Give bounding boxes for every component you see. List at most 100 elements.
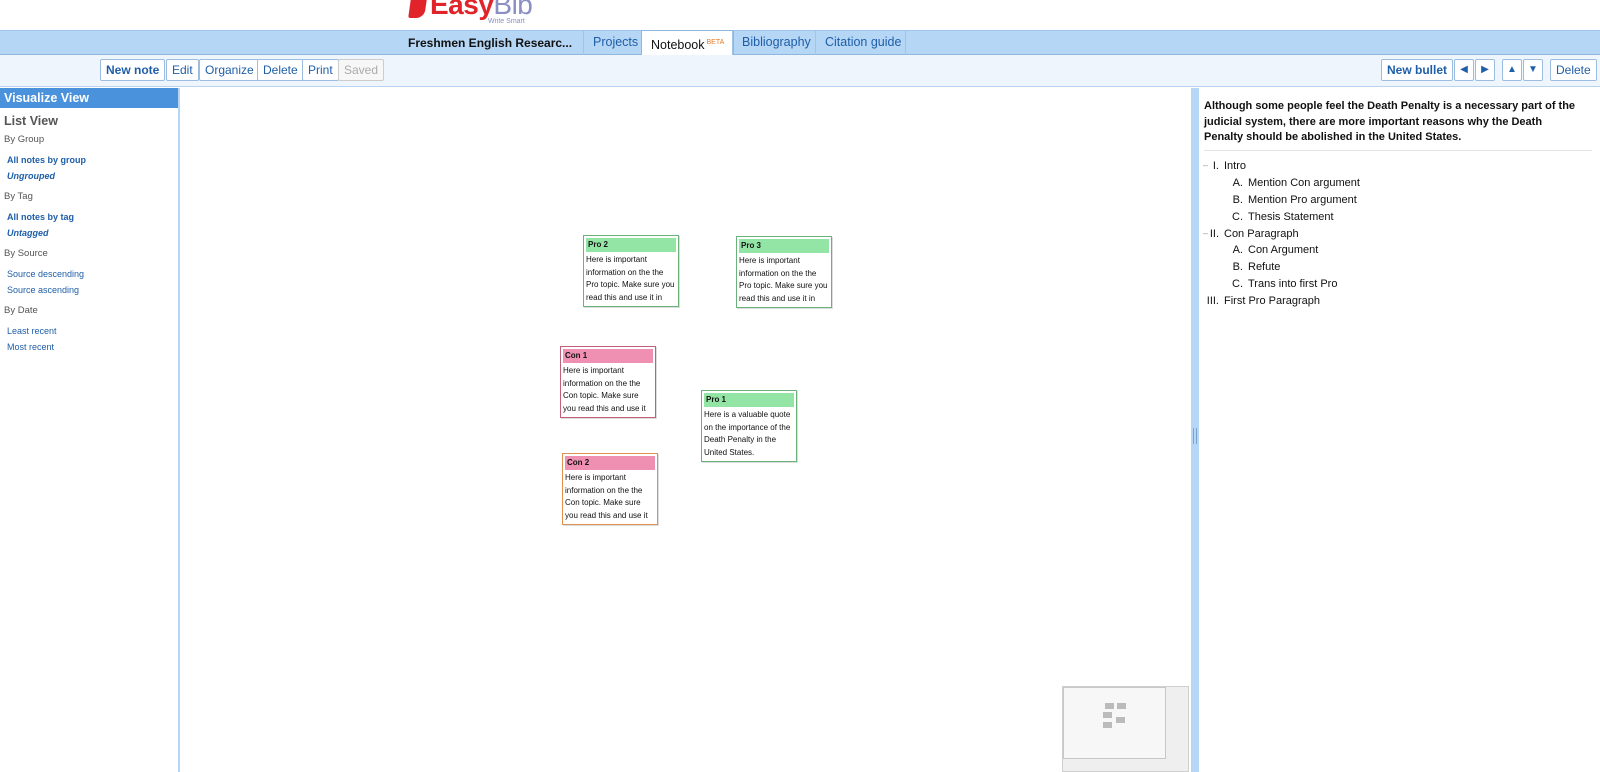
outline-panel: Although some people feel the Death Pena… [1199,88,1600,772]
list-view-heading[interactable]: List View [0,114,178,128]
toolbar: New note Edit Organize Delete Print Save… [0,55,1600,87]
note-title: Pro 1 [704,393,794,407]
logo-bookmark-icon [408,0,428,22]
logo-text-accent: Bib [493,0,533,20]
note-title: Con 2 [565,456,655,470]
outline-marker: B. [1232,261,1243,273]
source-ascending-link[interactable]: Source ascending [0,285,178,295]
indent-right-icon[interactable]: ▶ [1475,59,1495,81]
note-title: Pro 2 [586,238,676,252]
note-body: Here is important information on the the… [563,366,646,413]
outline-text: Intro [1224,160,1247,172]
note-card-pro-3[interactable]: Pro 3 Here is important information on t… [736,236,832,308]
outline-item[interactable]: C. Thesis Statement [1225,211,1334,223]
outline-marker: A. [1232,244,1243,256]
by-tag-label: By Tag [4,191,33,202]
edit-button[interactable]: Edit [166,59,199,81]
tab-label: Bibliography [742,35,811,49]
outline-item[interactable]: II. Con Paragraph [1201,228,1299,240]
outline-marker: C. [1232,278,1243,290]
outline-item[interactable]: I. Intro [1201,160,1246,172]
delete-bullet-button[interactable]: Delete [1550,59,1597,81]
by-date-label: By Date [4,305,38,316]
by-source-label: By Source [4,248,48,259]
note-card-pro-2[interactable]: Pro 2 Here is important information on t… [583,235,679,307]
visualize-canvas[interactable]: Pro 2 Here is important information on t… [180,88,1191,772]
tab-divider [905,30,906,55]
print-button[interactable]: Print [302,59,339,81]
outline-marker: I. [1212,160,1219,172]
logo-text-main: Easy [430,0,494,20]
new-note-button[interactable]: New note [100,59,166,81]
minimap-note [1116,717,1125,723]
thesis-statement[interactable]: Although some people feel the Death Pena… [1204,99,1584,146]
minimap-note [1105,703,1114,709]
tab-bar: Freshmen English Researc... Projects Not… [0,30,1600,56]
note-body: Here is important information on the the… [565,473,648,520]
minimap-note [1103,722,1112,728]
note-body: Here is a valuable quote on the importan… [704,410,791,457]
outline-marker: III. [1206,295,1219,307]
outline-marker: C. [1232,211,1243,223]
outline-item[interactable]: C. Trans into first Pro [1225,278,1337,290]
outline-item[interactable]: III. First Pro Paragraph [1201,295,1320,307]
header: EasyBib Write Smart [0,0,1600,30]
outline-marker: B. [1232,194,1243,206]
outline-text: Mention Con argument [1248,177,1360,189]
move-up-icon[interactable]: ▲ [1502,59,1522,81]
note-card-pro-1[interactable]: Pro 1 Here is a valuable quote on the im… [701,390,797,462]
tab-citation-guide[interactable]: Citation guide [815,30,910,55]
outline-item[interactable]: A. Mention Con argument [1225,177,1360,189]
outline-marker: A. [1232,177,1243,189]
note-card-con-1[interactable]: Con 1 Here is important information on t… [560,346,656,418]
divider [1204,150,1592,151]
project-title[interactable]: Freshmen English Researc... [408,36,572,50]
outline-text: Mention Pro argument [1248,194,1357,206]
beta-badge: BETA [706,39,725,46]
tab-label: Notebook [651,38,705,53]
new-bullet-button[interactable]: New bullet [1381,59,1454,81]
tab-projects[interactable]: Projects [583,30,647,55]
logo-tagline: Write Smart [488,18,525,25]
tab-label: Projects [593,35,639,49]
source-descending-link[interactable]: Source descending [0,269,178,279]
tab-bibliography[interactable]: Bibliography [732,30,820,55]
note-body: Here is important information on the the… [586,255,675,302]
note-card-con-2[interactable]: Con 2 Here is important information on t… [562,453,658,525]
all-notes-by-group-link[interactable]: All notes by group [0,155,178,165]
outline-text: Con Paragraph [1224,228,1299,240]
all-notes-by-tag-link[interactable]: All notes by tag [0,212,178,222]
untagged-link[interactable]: Untagged [0,228,178,238]
most-recent-link[interactable]: Most recent [0,342,178,352]
panel-splitter[interactable] [1191,88,1199,772]
outline-text: Con Argument [1248,244,1319,256]
outline-text: Thesis Statement [1248,211,1334,223]
organize-button[interactable]: Organize [199,59,260,81]
minimap-note [1103,712,1112,718]
easybib-logo[interactable]: EasyBib Write Smart [408,0,533,30]
outline-item[interactable]: A. Con Argument [1225,244,1319,256]
sidebar: Visualize View List View By Group All no… [0,88,180,772]
note-body: Here is important information on the the… [739,256,828,303]
outdent-left-icon[interactable]: ◀ [1454,59,1474,81]
minimap-note [1117,703,1126,709]
tab-label: Citation guide [825,35,902,49]
minimap-viewport[interactable] [1063,687,1166,759]
outline-text: Trans into first Pro [1248,278,1338,290]
move-down-icon[interactable]: ▼ [1523,59,1543,81]
note-title: Pro 3 [739,239,829,253]
tab-notebook[interactable]: Notebook BETA [641,30,735,56]
visualize-view-item[interactable]: Visualize View [0,88,178,108]
outline-item[interactable]: B. Refute [1225,261,1281,273]
least-recent-link[interactable]: Least recent [0,326,178,336]
outline-marker: II. [1209,228,1219,240]
splitter-grip-icon[interactable] [1193,428,1197,444]
by-group-label: By Group [4,134,45,145]
note-title: Con 1 [563,349,653,363]
outline-item[interactable]: B. Mention Pro argument [1225,194,1357,206]
saved-button: Saved [338,59,385,81]
outline-text: First Pro Paragraph [1224,295,1320,307]
delete-note-button[interactable]: Delete [257,59,304,81]
minimap[interactable] [1062,686,1189,772]
ungrouped-link[interactable]: Ungrouped [0,171,178,181]
